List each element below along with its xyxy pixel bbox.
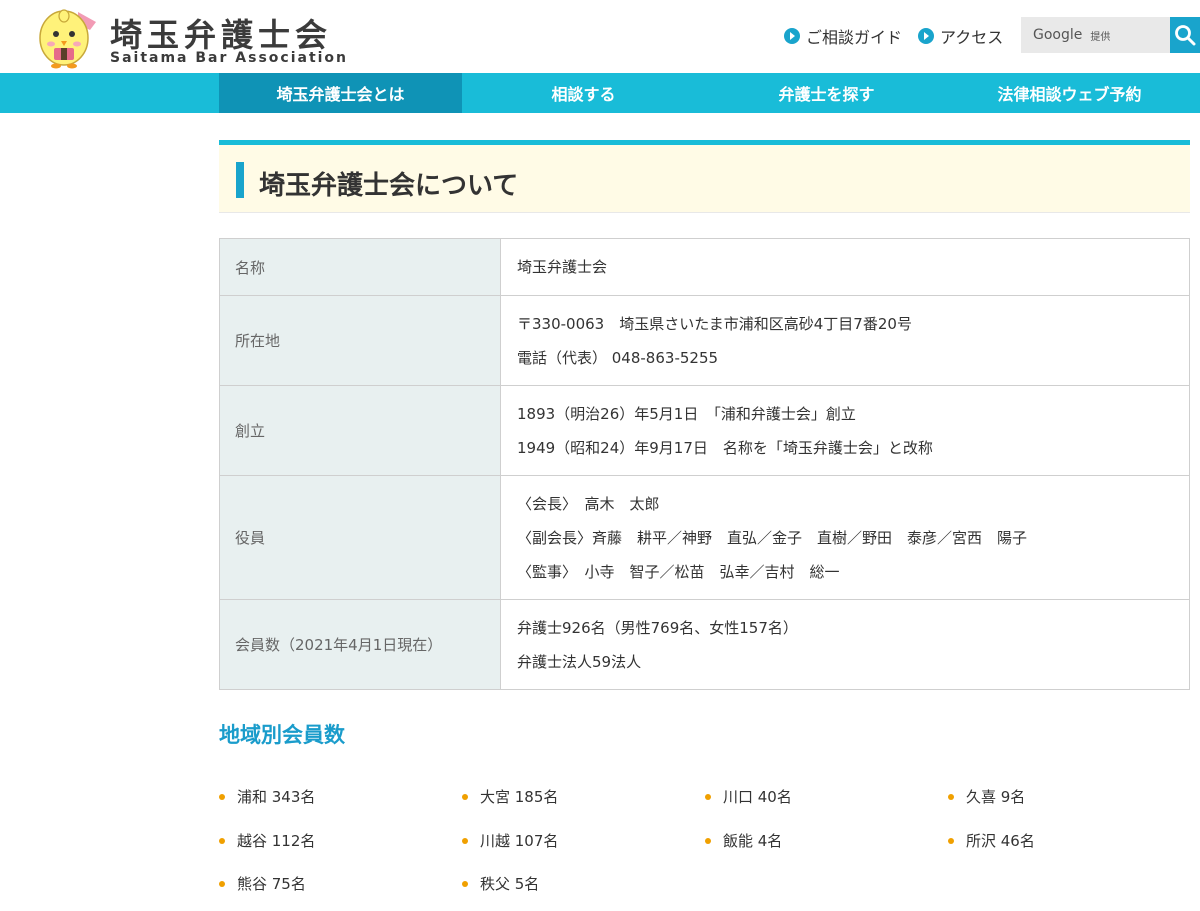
info-label: 会員数（2021年4月1日現在） bbox=[219, 599, 501, 690]
association-info-table: 名称 埼玉弁護士会 所在地 〒330-0063 埼玉県さいたま市浦和区高砂4丁目… bbox=[219, 238, 1190, 690]
logo-title-en: Saitama Bar Association bbox=[110, 50, 349, 66]
list-item: 秩父 5名 bbox=[462, 873, 539, 894]
chick-mascot-icon bbox=[39, 9, 96, 69]
page-heading: 埼玉弁護士会について bbox=[219, 140, 1190, 213]
region-text: 浦和 343名 bbox=[237, 788, 316, 806]
region-text: 秩父 5名 bbox=[480, 875, 540, 893]
info-row-members: 会員数（2021年4月1日現在） 弁護士926名（男性769名、女性157名） … bbox=[219, 599, 1190, 690]
list-item: 久喜 9名 bbox=[948, 786, 1025, 807]
site-search: Google 提供 bbox=[1021, 17, 1200, 53]
info-label: 所在地 bbox=[219, 295, 501, 386]
heading-accent-bar bbox=[236, 162, 244, 198]
region-text: 久喜 9名 bbox=[966, 788, 1026, 806]
bullet-icon bbox=[705, 793, 711, 800]
list-item: 越谷 112名 bbox=[219, 830, 315, 851]
bullet-icon bbox=[219, 880, 225, 887]
info-label: 名称 bbox=[219, 238, 501, 296]
arrow-circle-icon bbox=[784, 28, 800, 44]
region-text: 大宮 185名 bbox=[480, 788, 559, 806]
page-title: 埼玉弁護士会について bbox=[259, 171, 519, 201]
bullet-icon bbox=[219, 837, 225, 844]
access-label: アクセス bbox=[940, 28, 1004, 47]
info-value: 〒330-0063 埼玉県さいたま市浦和区高砂4丁目7番20号 電話（代表） 0… bbox=[500, 295, 1190, 386]
region-text: 飯能 4名 bbox=[723, 832, 783, 850]
bullet-icon bbox=[462, 880, 468, 887]
bullet-icon bbox=[948, 837, 954, 844]
search-button[interactable] bbox=[1170, 17, 1200, 53]
nav-consult[interactable]: 相談する bbox=[462, 73, 705, 113]
info-line: 電話（代表） 048-863-5255 bbox=[517, 348, 719, 367]
nav-find-lawyer[interactable]: 弁護士を探す bbox=[705, 73, 948, 113]
info-line: 〈副会長〉斉藤 耕平／神野 直弘／金子 直樹／野田 泰彦／宮西 陽子 bbox=[517, 528, 1028, 547]
info-row-name: 名称 埼玉弁護士会 bbox=[219, 238, 1190, 296]
info-line: 埼玉弁護士会 bbox=[517, 258, 608, 276]
list-item: 大宮 185名 bbox=[462, 786, 558, 807]
info-line: 1949（昭和24）年9月17日 名称を「埼玉弁護士会」と改称 bbox=[517, 438, 933, 457]
region-text: 川越 107名 bbox=[480, 832, 559, 850]
list-item: 飯能 4名 bbox=[705, 830, 782, 851]
search-input[interactable]: Google 提供 bbox=[1021, 17, 1170, 53]
region-text: 越谷 112名 bbox=[237, 832, 316, 850]
access-link[interactable]: アクセス bbox=[918, 24, 1003, 48]
bullet-icon bbox=[948, 793, 954, 800]
info-label: 創立 bbox=[219, 385, 501, 476]
arrow-circle-icon bbox=[918, 28, 934, 44]
info-value: 1893（明治26）年5月1日 「浦和弁護士会」創立 1949（昭和24）年9月… bbox=[500, 385, 1190, 476]
info-value: 埼玉弁護士会 bbox=[500, 238, 1190, 296]
info-value: 弁護士926名（男性769名、女性157名） 弁護士法人59法人 bbox=[500, 599, 1190, 690]
list-item: 浦和 343名 bbox=[219, 786, 315, 807]
info-line: 〈会長〉 高木 太郎 bbox=[517, 494, 660, 513]
bullet-icon bbox=[462, 837, 468, 844]
region-text: 熊谷 75名 bbox=[237, 875, 306, 893]
info-line: 弁護士法人59法人 bbox=[517, 652, 642, 671]
bullet-icon bbox=[219, 793, 225, 800]
info-line: 〒330-0063 埼玉県さいたま市浦和区高砂4丁目7番20号 bbox=[517, 314, 912, 333]
consultation-guide-label: ご相談ガイド bbox=[806, 28, 903, 47]
site-header: 埼玉弁護士会 Saitama Bar Association ご相談ガイド アク… bbox=[0, 0, 1200, 73]
regions-heading: 地域別会員数 bbox=[219, 723, 345, 747]
consultation-guide-link[interactable]: ご相談ガイド bbox=[784, 24, 902, 48]
info-row-officers: 役員 〈会長〉 高木 太郎 〈副会長〉斉藤 耕平／神野 直弘／金子 直樹／野田 … bbox=[219, 475, 1190, 600]
info-line: 弁護士926名（男性769名、女性157名） bbox=[517, 618, 798, 637]
info-row-address: 所在地 〒330-0063 埼玉県さいたま市浦和区高砂4丁目7番20号 電話（代… bbox=[219, 295, 1190, 386]
list-item: 所沢 46名 bbox=[948, 830, 1035, 851]
info-value: 〈会長〉 高木 太郎 〈副会長〉斉藤 耕平／神野 直弘／金子 直樹／野田 泰彦／… bbox=[500, 475, 1190, 600]
nav-web-reservation[interactable]: 法律相談ウェブ予約 bbox=[948, 73, 1191, 113]
search-brand: Google bbox=[1033, 27, 1083, 43]
info-line: 〈監事〉 小寺 智子／松苗 弘幸／吉村 総一 bbox=[517, 562, 840, 581]
nav-about[interactable]: 埼玉弁護士会とは bbox=[219, 73, 462, 113]
list-item: 熊谷 75名 bbox=[219, 873, 306, 894]
region-text: 所沢 46名 bbox=[966, 832, 1035, 850]
bullet-icon bbox=[705, 837, 711, 844]
bullet-icon bbox=[462, 793, 468, 800]
info-row-founded: 創立 1893（明治26）年5月1日 「浦和弁護士会」創立 1949（昭和24）… bbox=[219, 385, 1190, 476]
info-label: 役員 bbox=[219, 475, 501, 600]
list-item: 川口 40名 bbox=[705, 786, 792, 807]
site-logo[interactable]: 埼玉弁護士会 Saitama Bar Association bbox=[34, 4, 346, 70]
global-nav: 埼玉弁護士会とは 相談する 弁護士を探す 法律相談ウェブ予約 bbox=[0, 73, 1200, 113]
list-item: 川越 107名 bbox=[462, 830, 558, 851]
info-line: 1893（明治26）年5月1日 「浦和弁護士会」創立 bbox=[517, 404, 856, 423]
region-text: 川口 40名 bbox=[723, 788, 792, 806]
search-icon bbox=[1175, 25, 1196, 46]
search-provider: 提供 bbox=[1090, 31, 1111, 43]
